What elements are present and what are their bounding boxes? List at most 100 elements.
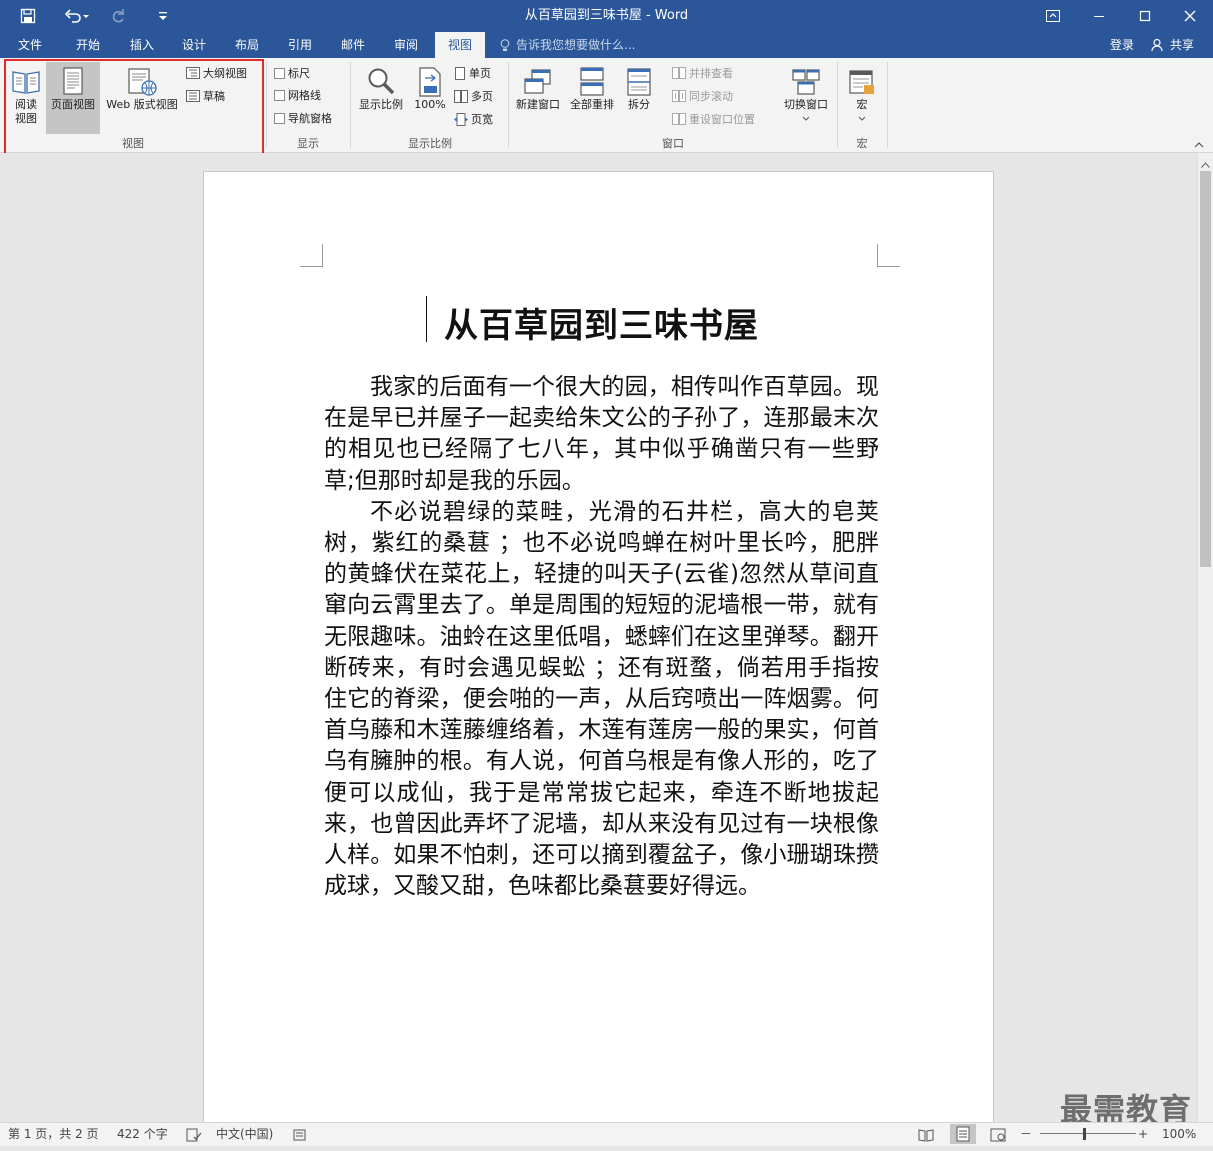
ruler-check[interactable] [274,67,285,79]
zoom-level[interactable]: 100% [1162,1123,1196,1145]
print-layout-status-icon[interactable] [950,1124,976,1144]
page-width-button[interactable]: 页宽 [454,111,493,127]
tab-review[interactable]: 审阅 [384,32,428,58]
reset-window-position-button[interactable]: 重设窗口位置 [672,111,755,127]
switch-windows-label: 切换窗口 [784,98,828,111]
group-separator [350,62,351,148]
tab-file[interactable]: 文件 [8,32,52,58]
margin-corner-top-left [300,244,323,267]
zoom-label: 显示比例 [359,98,403,111]
highlight-box [4,59,264,160]
side-by-side-icon [672,67,686,79]
title-bar: 从百草园到三味书屋 - Word [0,0,1213,32]
split-icon [623,66,655,98]
hundred-percent-icon [415,66,445,98]
zoom-button[interactable]: 显示比例 [354,62,408,112]
zoom-group-label: 显示比例 [408,137,452,150]
document-page[interactable]: 从百草园到三味书屋 我家的后面有一个很大的园，相传叫作百草园。现在是早已并屋子一… [203,171,994,1131]
sign-in-link[interactable]: 登录 [1110,32,1134,58]
zoom-slider[interactable] [1040,1133,1136,1134]
minimize-icon[interactable] [1076,0,1122,32]
sync-scroll-icon [672,90,686,102]
paragraph: 我家的后面有一个很大的园，相传叫作百草园。现在是早已并屋子一起卖给朱文公的子孙了… [324,374,879,494]
nav-pane-check[interactable] [274,112,285,124]
one-page-label: 单页 [469,67,491,80]
status-bar: 第 1 页，共 2 页 422 个字 中文(中国) － + 100% [0,1122,1213,1146]
arrange-all-button[interactable]: 全部重排 [566,62,618,112]
group-separator [887,62,888,148]
new-window-icon [522,66,554,98]
group-separator [266,62,267,148]
close-icon[interactable] [1167,0,1213,32]
window-group-label: 窗口 [662,137,684,150]
macro-icon [846,66,878,98]
zoom-slider-thumb[interactable] [1083,1128,1086,1140]
zoom-100-label: 100% [414,98,446,111]
page-width-label: 页宽 [471,113,493,126]
arrange-all-label: 全部重排 [570,98,614,111]
new-window-label: 新建窗口 [516,98,560,111]
tab-layout[interactable]: 布局 [225,32,269,58]
scroll-thumb[interactable] [1200,171,1211,567]
gridlines-checkbox[interactable]: 网格线 [274,87,321,103]
ribbon-tab-bar: 文件 开始 插入 设计 布局 引用 邮件 审阅 视图 告诉我您想要做什么... … [0,32,1213,58]
page-width-icon [454,112,468,126]
new-window-button[interactable]: 新建窗口 [512,62,564,112]
macros-group-label: 宏 [856,137,868,150]
window-title: 从百草园到三味书屋 - Word [524,8,689,23]
ruler-checkbox[interactable]: 标尺 [274,65,310,81]
language[interactable]: 中文(中国) [216,1123,273,1145]
document-body[interactable]: 我家的后面有一个很大的园，相传叫作百草园。现在是早已并屋子一起卖给朱文公的子孙了… [324,372,879,902]
multi-page-button[interactable]: 多页 [454,88,493,104]
document-area: 从百草园到三味书屋 我家的后面有一个很大的园，相传叫作百草园。现在是早已并屋子一… [0,153,1197,1131]
redo-icon[interactable] [105,0,131,32]
macros-label: 宏 [856,98,868,111]
zoom-100-button[interactable]: 100% [410,62,450,112]
split-label: 拆分 [628,98,650,111]
nav-pane-checkbox[interactable]: 导航窗格 [274,110,332,126]
switch-windows-dropdown-icon [778,112,834,121]
gridlines-check[interactable] [274,89,285,101]
macros-dropdown-icon [842,112,882,121]
vertical-scrollbar[interactable] [1197,153,1213,1122]
save-icon[interactable] [14,0,42,32]
share-button[interactable]: 共享 [1170,32,1194,58]
multi-page-icon [454,89,468,103]
nav-pane-label: 导航窗格 [288,112,332,125]
switch-windows-icon [790,66,822,98]
undo-icon[interactable] [58,0,96,32]
switch-windows-button[interactable]: 切换窗口 [778,62,834,121]
tab-design[interactable]: 设计 [172,32,216,58]
split-button[interactable]: 拆分 [620,62,658,112]
tab-home[interactable]: 开始 [66,32,110,58]
side-by-side-button[interactable]: 并排查看 [672,65,733,81]
arrange-all-icon [576,66,608,98]
ruler-label: 标尺 [288,67,310,80]
tell-me-search[interactable]: 告诉我您想要做什么... [516,32,635,58]
sync-scroll-button[interactable]: 同步滚动 [672,88,733,104]
side-by-side-label: 并排查看 [689,67,733,80]
reset-position-icon [672,113,686,125]
page-count[interactable]: 第 1 页，共 2 页 [8,1123,99,1145]
share-icon [1151,38,1165,55]
customize-icon[interactable] [153,0,173,32]
gridlines-label: 网格线 [288,89,321,102]
zoom-out-icon[interactable]: － [1020,1123,1032,1145]
scroll-up-icon[interactable] [1201,157,1210,171]
collapse-ribbon-icon[interactable] [1194,138,1204,152]
word-count[interactable]: 422 个字 [117,1123,168,1145]
macros-button[interactable]: 宏 [842,62,882,121]
show-group-label: 显示 [297,137,319,150]
maximize-icon[interactable] [1122,0,1168,32]
tab-mailings[interactable]: 邮件 [331,32,375,58]
zoom-in-icon[interactable]: + [1138,1123,1148,1145]
tab-view[interactable]: 视图 [435,32,485,58]
tab-references[interactable]: 引用 [278,32,322,58]
one-page-icon [455,66,465,80]
ribbon-display-options-icon[interactable] [1030,0,1076,32]
group-separator [508,62,509,148]
tab-insert[interactable]: 插入 [120,32,164,58]
reset-position-label: 重设窗口位置 [689,113,755,126]
magnifier-icon [365,66,397,98]
one-page-button[interactable]: 单页 [454,65,491,81]
